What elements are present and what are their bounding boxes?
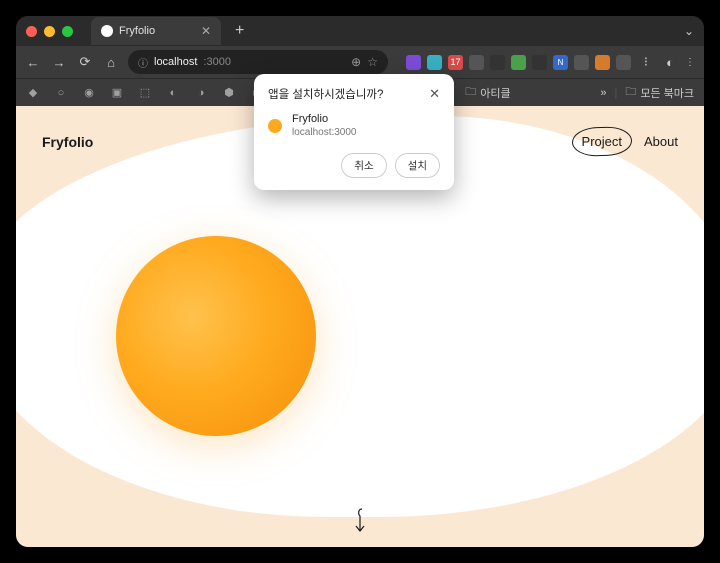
egg-yolk-shape xyxy=(116,236,316,436)
site-info-icon[interactable]: ⓘ xyxy=(138,55,148,70)
bookmark-icon[interactable]: ⬢ xyxy=(222,86,236,99)
dialog-title: 앱을 설치하시겠습니까? xyxy=(268,86,383,102)
extension-icon[interactable] xyxy=(574,55,589,70)
minimize-window-button[interactable] xyxy=(44,26,55,37)
maximize-window-button[interactable] xyxy=(62,26,73,37)
extension-icon[interactable] xyxy=(532,55,547,70)
nav-project[interactable]: Project xyxy=(578,130,626,153)
install-pwa-dialog: 앱을 설치하시겠습니까? ✕ Fryfolio localhost:3000 취… xyxy=(254,74,454,190)
bookmark-icon[interactable]: ⬚ xyxy=(138,86,152,99)
bookmark-star-icon[interactable]: ☆ xyxy=(367,55,378,69)
extensions-menu-icon[interactable]: ⁝ xyxy=(637,54,655,70)
bookmark-icon[interactable]: ◆ xyxy=(26,86,40,99)
extensions-row: 17 N ⁝ ◐ ⋮ xyxy=(396,54,696,70)
bookmark-icon[interactable]: ◐ xyxy=(166,87,180,99)
bookmark-folder-all[interactable]: 🗀 모든 북마크 xyxy=(625,83,694,102)
dialog-app-name: Fryfolio xyxy=(292,112,357,126)
titlebar: Fryfolio ✕ + ⌄ xyxy=(16,16,704,46)
brand-logo[interactable]: Fryfolio xyxy=(42,134,93,150)
traffic-lights xyxy=(26,26,73,37)
scroll-down-icon[interactable] xyxy=(352,506,368,539)
extension-icon[interactable] xyxy=(406,55,421,70)
bookmark-icon[interactable]: ○ xyxy=(54,87,68,99)
browser-menu-icon[interactable]: ⋮ xyxy=(685,57,696,68)
bookmark-folder-articles[interactable]: 🗀 아티클 xyxy=(465,83,510,102)
extension-icon[interactable] xyxy=(595,55,610,70)
window-menu-icon[interactable]: ⌄ xyxy=(684,24,694,38)
close-window-button[interactable] xyxy=(26,26,37,37)
cancel-button[interactable]: 취소 xyxy=(341,153,386,178)
bookmark-icon[interactable]: ▣ xyxy=(110,86,124,99)
dialog-close-icon[interactable]: ✕ xyxy=(429,86,440,102)
extension-icon[interactable] xyxy=(490,55,505,70)
bookmark-icon[interactable]: ◉ xyxy=(82,86,96,99)
browser-tab[interactable]: Fryfolio ✕ xyxy=(91,17,221,45)
extension-icon[interactable] xyxy=(616,55,631,70)
back-icon[interactable]: ← xyxy=(24,55,42,70)
home-icon[interactable]: ⌂ xyxy=(102,55,120,70)
nav-about[interactable]: About xyxy=(640,130,682,153)
main-nav: Project About xyxy=(578,130,682,153)
url-bar[interactable]: ⓘ localhost :3000 ⊕ ☆ xyxy=(128,50,388,74)
extension-icon[interactable] xyxy=(427,55,442,70)
extension-icon[interactable]: 17 xyxy=(448,55,463,70)
url-port: :3000 xyxy=(203,56,231,68)
app-icon xyxy=(268,119,282,133)
extension-icon[interactable] xyxy=(511,55,526,70)
new-tab-button[interactable]: + xyxy=(229,22,250,40)
profile-icon[interactable]: ◐ xyxy=(661,55,679,70)
favicon-icon xyxy=(101,25,113,37)
tab-close-icon[interactable]: ✕ xyxy=(201,24,211,38)
reload-icon[interactable]: ⟳ xyxy=(76,54,94,70)
forward-icon[interactable]: → xyxy=(50,55,68,70)
install-pwa-icon[interactable]: ⊕ xyxy=(351,55,361,69)
bookmarks-overflow-icon[interactable]: » xyxy=(600,87,606,99)
browser-window: Fryfolio ✕ + ⌄ ← → ⟳ ⌂ ⓘ localhost :3000 … xyxy=(16,16,704,547)
extension-icon[interactable]: N xyxy=(553,55,568,70)
extension-icon[interactable] xyxy=(469,55,484,70)
url-host: localhost xyxy=(154,56,197,68)
bookmark-icon[interactable]: ◑ xyxy=(194,87,208,99)
tab-title: Fryfolio xyxy=(119,25,195,37)
install-button[interactable]: 설치 xyxy=(395,153,440,178)
dialog-origin: localhost:3000 xyxy=(292,126,357,139)
